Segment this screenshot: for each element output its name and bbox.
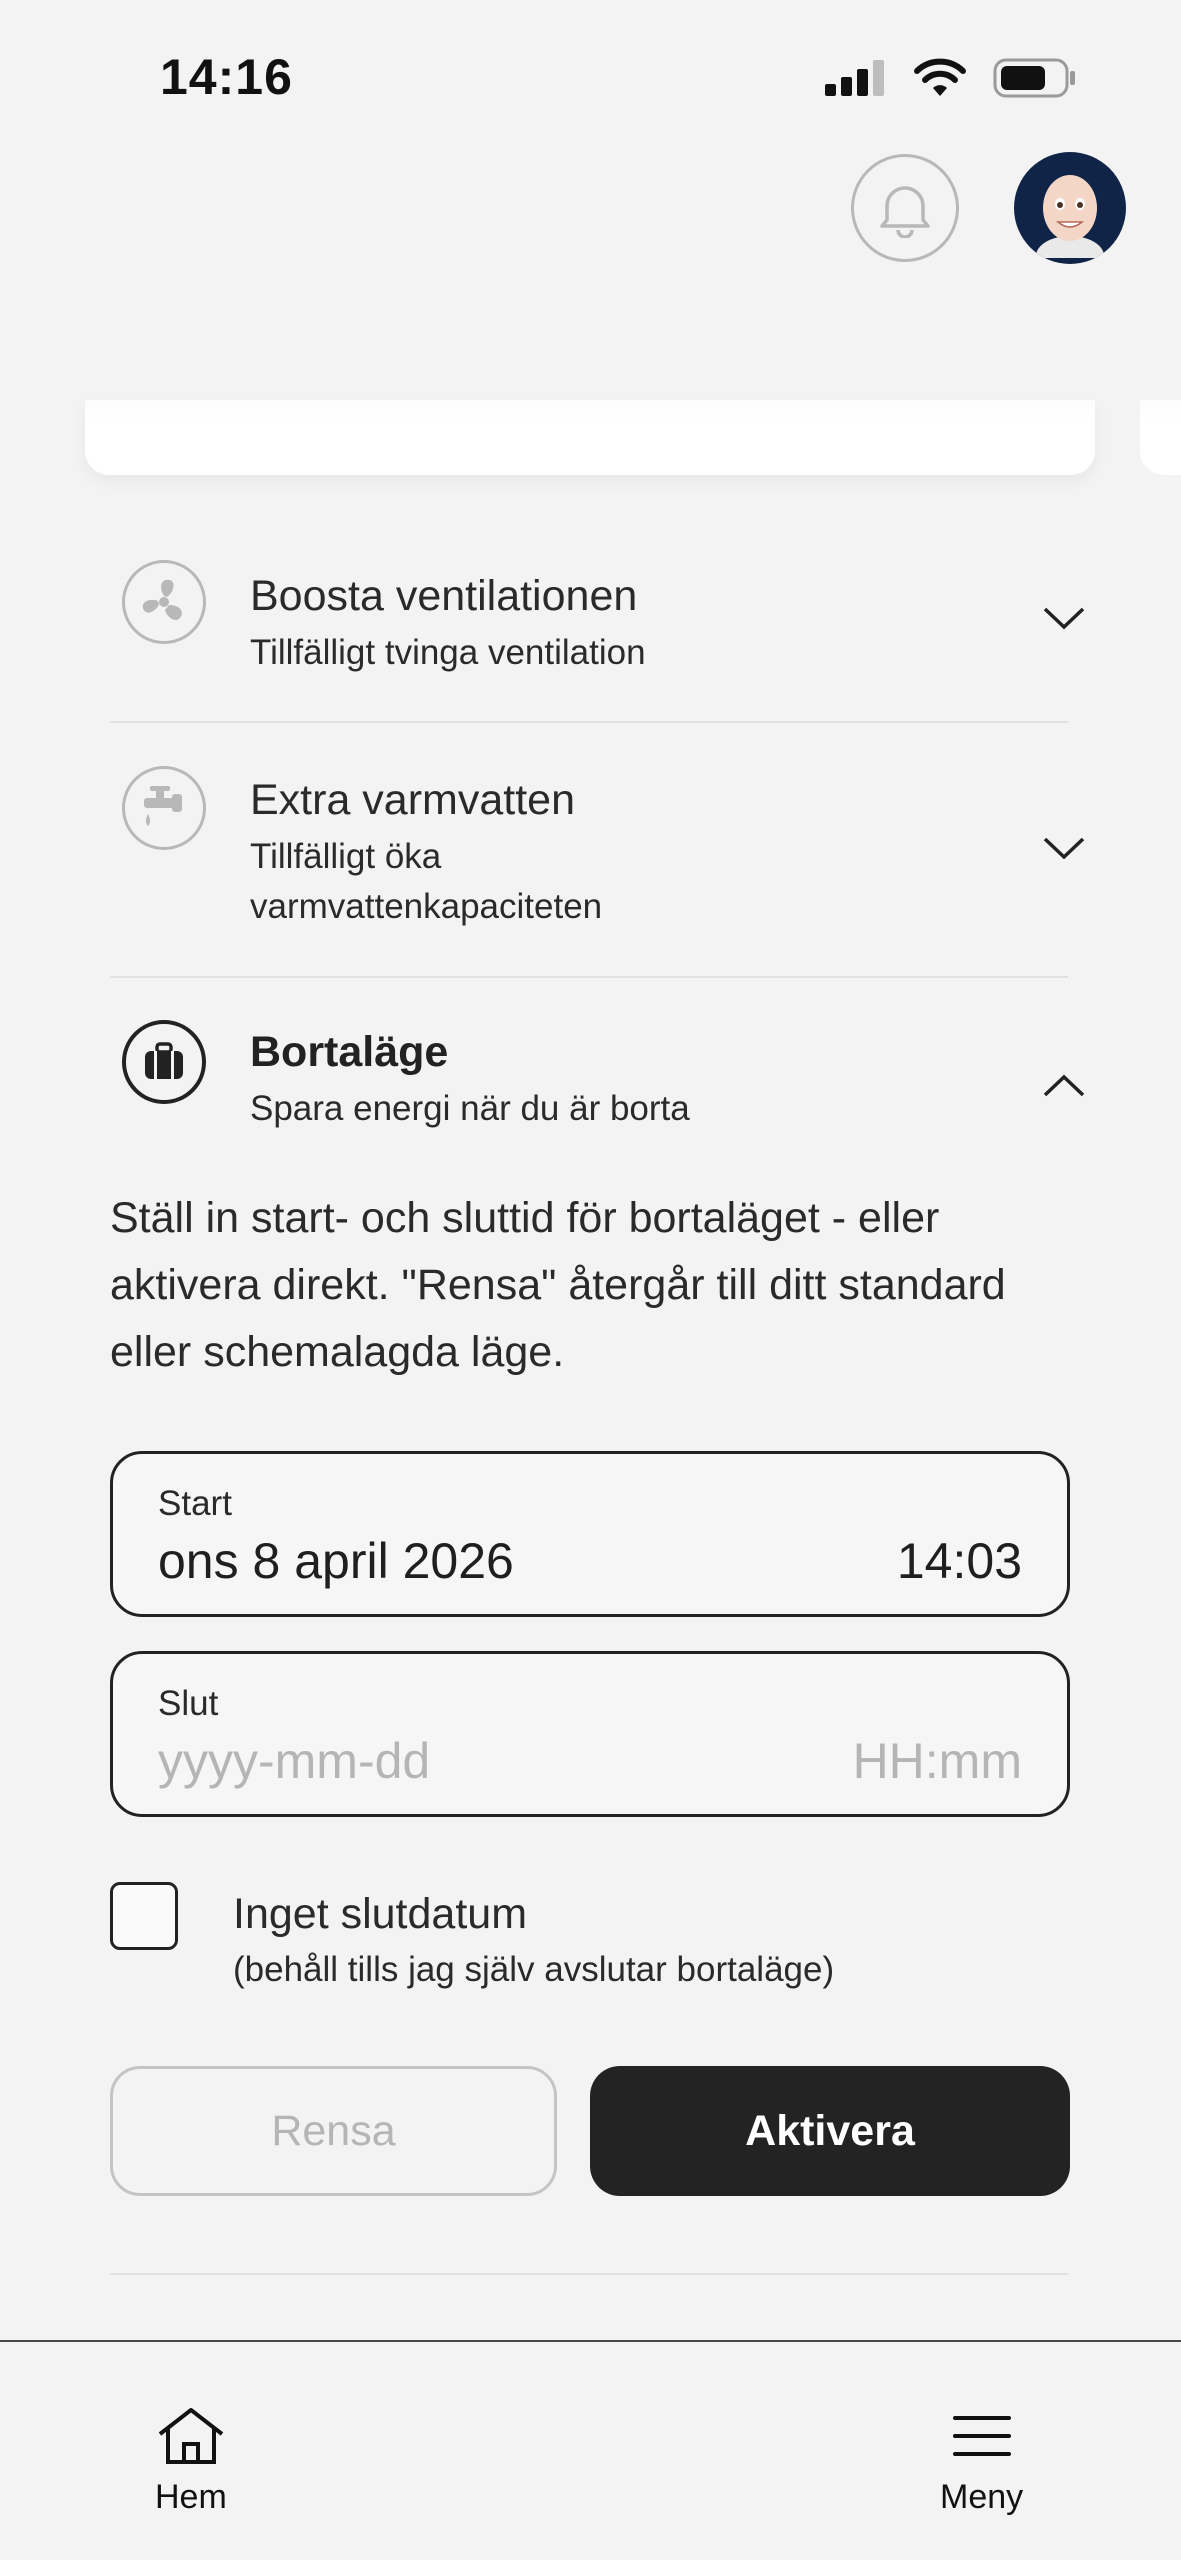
end-datetime-field[interactable]: Slut <box>110 1651 1070 1817</box>
divider <box>110 976 1068 978</box>
nav-label-home: Hem <box>155 2478 227 2516</box>
avatar[interactable] <box>1014 152 1126 264</box>
activate-button[interactable]: Aktivera <box>590 2066 1070 2196</box>
end-time-input[interactable] <box>822 1732 1022 1790</box>
accordion-title: Boosta ventilationen <box>250 572 638 620</box>
status-time: 14:16 <box>160 49 293 105</box>
end-date-input[interactable] <box>158 1732 718 1790</box>
nav-item-home[interactable]: Hem <box>155 2406 227 2517</box>
bottom-nav: Hem Meny <box>0 2340 1181 2560</box>
chevron-down-icon <box>1040 824 1088 872</box>
end-label: Slut <box>158 1684 219 1723</box>
menu-icon <box>952 2416 1011 2456</box>
start-time-input[interactable] <box>822 1532 1022 1590</box>
accordion-item-away-mode[interactable]: Bortaläge Spara energi när du är borta <box>110 1016 1085 1166</box>
start-datetime-field[interactable]: Start <box>110 1451 1070 1617</box>
start-label: Start <box>158 1484 232 1523</box>
nav-label-menu: Meny <box>940 2478 1024 2516</box>
accordion-item-boost-ventilation[interactable]: Boosta ventilationen Tillfälligt tvinga … <box>110 556 1085 706</box>
away-mode-description: Ställ in start- och sluttid för bortaläg… <box>110 1194 1006 1376</box>
accordion-subtitle: Spara energi när du är borta <box>250 1089 690 1128</box>
accordion-subtitle-line1: Tillfälligt öka <box>250 837 442 876</box>
fan-icon <box>122 560 206 644</box>
home-icon <box>158 2408 224 2464</box>
accordion-subtitle-line2: varmvattenkapaciteten <box>250 887 603 926</box>
accordion-title: Extra varmvatten <box>250 776 575 824</box>
faucet-icon <box>122 766 206 850</box>
no-end-date-checkbox[interactable] <box>110 1882 178 1950</box>
battery-icon <box>993 58 1075 98</box>
chevron-down-icon <box>1040 594 1088 642</box>
memoji-avatar-icon <box>1036 175 1104 258</box>
nav-item-menu[interactable]: Meny <box>940 2406 1023 2517</box>
signal-icon <box>825 60 884 96</box>
accordion-item-extra-hot-water[interactable]: Extra varmvatten Tillfälligt öka varmvat… <box>110 762 1085 942</box>
divider <box>110 721 1068 723</box>
accordion-subtitle: Tillfälligt tvinga ventilation <box>250 633 646 672</box>
divider <box>110 2273 1068 2275</box>
bell-icon <box>880 186 930 238</box>
chevron-up-icon <box>1040 1062 1088 1110</box>
start-date-input[interactable] <box>158 1532 718 1590</box>
accordion-title: Bortaläge <box>250 1028 449 1076</box>
suitcase-icon <box>122 1020 206 1104</box>
no-end-date-label[interactable]: Inget slutdatum <box>233 1890 527 1939</box>
notifications-button[interactable] <box>851 154 959 262</box>
status-icons <box>825 58 1077 98</box>
clear-button[interactable]: Rensa <box>110 2066 557 2196</box>
no-end-date-sublabel: (behåll tills jag själv avslutar bortalä… <box>233 1950 835 1989</box>
wifi-icon <box>914 58 966 96</box>
header-fade <box>0 290 1181 420</box>
status-bar: 14:16 <box>0 0 1181 150</box>
